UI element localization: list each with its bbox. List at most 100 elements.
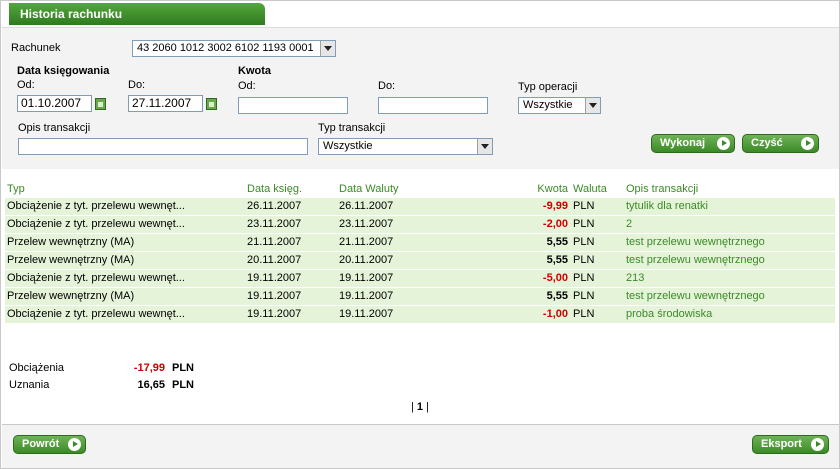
cell-amount: -9,99 [513,197,571,216]
cell-description-link[interactable]: tytulik dla renatki [624,197,835,216]
chevron-down-icon[interactable] [477,139,492,154]
cell-value-date: 23.11.2007 [337,215,513,234]
cell-value-date: 19.11.2007 [337,287,513,306]
cell-booking-date: 21.11.2007 [245,233,337,252]
credits-currency: PLN [172,379,194,391]
cell-description-link[interactable]: test przelewu wewnętrznego [624,233,835,252]
column-header-amount[interactable]: Kwota [513,181,571,198]
arrow-right-icon [717,137,730,150]
date-from-input[interactable]: 01.10.2007 [17,95,92,112]
calendar-icon[interactable] [206,98,217,110]
operation-type-label: Typ operacji [518,81,578,93]
cell-description-link[interactable]: test przelewu wewnętrznego [624,251,835,270]
credits-total: 16,65 [137,379,165,391]
table-row[interactable]: Przelew wewnętrzny (MA) 21.11.2007 21.11… [5,233,835,252]
chevron-down-icon[interactable] [585,98,600,113]
date-to-label: Do: [128,79,146,91]
page-title: Historia rachunku [9,3,265,25]
column-header-value-date[interactable]: Data Waluty [337,181,513,198]
arrow-right-icon [811,438,824,451]
amount-to-label: Do: [378,80,396,92]
transaction-type-select[interactable]: Wszystkie [318,138,493,155]
table-row[interactable]: Obciążenie z tyt. przelewu wewnęt... 19.… [5,305,835,324]
column-header-booking-date[interactable]: Data księg. [245,181,337,198]
booking-date-label: Data księgowania [17,65,110,77]
cell-description-link[interactable]: 213 [624,269,835,288]
date-from-label: Od: [17,79,35,91]
debits-label: Obciążenia [9,362,65,374]
cell-currency: PLN [571,305,624,324]
debits-total: -17,99 [133,362,165,374]
window-frame: Historia rachunku Rachunek 43 2060 1012 … [0,0,840,469]
cell-value-date: 19.11.2007 [337,305,513,324]
amount-from-label: Od: [238,80,256,92]
cell-currency: PLN [571,269,624,288]
back-button-label: Powrót [22,438,60,450]
debits-currency: PLN [172,362,194,374]
arrow-right-icon [68,438,81,451]
column-header-type[interactable]: Typ [5,181,245,198]
credits-label: Uznania [9,379,50,391]
chevron-down-icon[interactable] [320,41,335,56]
operation-type-value: Wszystkie [523,99,573,111]
execute-button[interactable]: Wykonaj [651,134,735,153]
export-button[interactable]: Eksport [752,435,829,454]
back-button[interactable]: Powrót [13,435,86,454]
pager-separator: | [426,401,429,413]
amount-from-input[interactable] [238,97,348,114]
pagination: | 1 | [411,401,429,413]
cell-type: Obciążenie z tyt. przelewu wewnęt... [5,197,245,216]
calendar-icon[interactable] [95,98,106,110]
history-table: Typ Data księg. Data Waluty Kwota Waluta… [5,181,835,324]
cell-description-link[interactable]: 2 [624,215,835,234]
pager-separator: | [411,401,414,413]
pager-current-page[interactable]: 1 [417,401,423,413]
account-select[interactable]: 43 2060 1012 3002 6102 1193 0001 [132,40,336,57]
execute-button-label: Wykonaj [660,137,706,149]
cell-amount: -5,00 [513,269,571,288]
arrow-right-icon [801,137,814,150]
cell-currency: PLN [571,287,624,306]
column-header-description[interactable]: Opis transakcji [624,181,835,198]
table-row[interactable]: Obciążenie z tyt. przelewu wewnęt... 26.… [5,197,835,216]
table-row[interactable]: Przelew wewnętrzny (MA) 20.11.2007 20.11… [5,251,835,270]
cell-description-link[interactable]: test przelewu wewnętrznego [624,287,835,306]
cell-amount: -1,00 [513,305,571,324]
cell-type: Przelew wewnętrzny (MA) [5,251,245,270]
cell-value-date: 20.11.2007 [337,251,513,270]
amount-to-input[interactable] [378,97,488,114]
account-label: Rachunek [11,42,61,54]
cell-currency: PLN [571,251,624,270]
table-row[interactable]: Obciążenie z tyt. przelewu wewnęt... 23.… [5,215,835,234]
table-row[interactable]: Przelew wewnętrzny (MA) 19.11.2007 19.11… [5,287,835,306]
account-select-value: 43 2060 1012 3002 6102 1193 0001 [137,42,314,54]
table-row[interactable]: Obciążenie z tyt. przelewu wewnęt... 19.… [5,269,835,288]
cell-currency: PLN [571,197,624,216]
date-to-input[interactable]: 27.11.2007 [128,95,203,112]
cell-booking-date: 19.11.2007 [245,269,337,288]
cell-type: Przelew wewnętrzny (MA) [5,287,245,306]
export-button-label: Eksport [761,438,802,450]
cell-amount: 5,55 [513,233,571,252]
cell-currency: PLN [571,215,624,234]
description-input[interactable] [18,138,308,155]
cell-type: Obciążenie z tyt. przelewu wewnęt... [5,215,245,234]
amount-label: Kwota [238,65,271,77]
column-header-currency[interactable]: Waluta [571,181,624,198]
operation-type-select[interactable]: Wszystkie [518,97,601,114]
cell-type: Obciążenie z tyt. przelewu wewnęt... [5,305,245,324]
cell-amount: -2,00 [513,215,571,234]
cell-booking-date: 26.11.2007 [245,197,337,216]
transaction-type-label: Typ transakcji [318,122,386,134]
table-header-row: Typ Data księg. Data Waluty Kwota Waluta… [5,181,835,198]
cell-booking-date: 19.11.2007 [245,305,337,324]
cell-amount: 5,55 [513,251,571,270]
cell-value-date: 19.11.2007 [337,269,513,288]
clear-button-label: Czyść [751,137,783,149]
bottom-bar [2,424,839,468]
clear-button[interactable]: Czyść [742,134,819,153]
cell-value-date: 26.11.2007 [337,197,513,216]
cell-description-link[interactable]: proba środowiska [624,305,835,324]
cell-value-date: 21.11.2007 [337,233,513,252]
cell-booking-date: 23.11.2007 [245,215,337,234]
